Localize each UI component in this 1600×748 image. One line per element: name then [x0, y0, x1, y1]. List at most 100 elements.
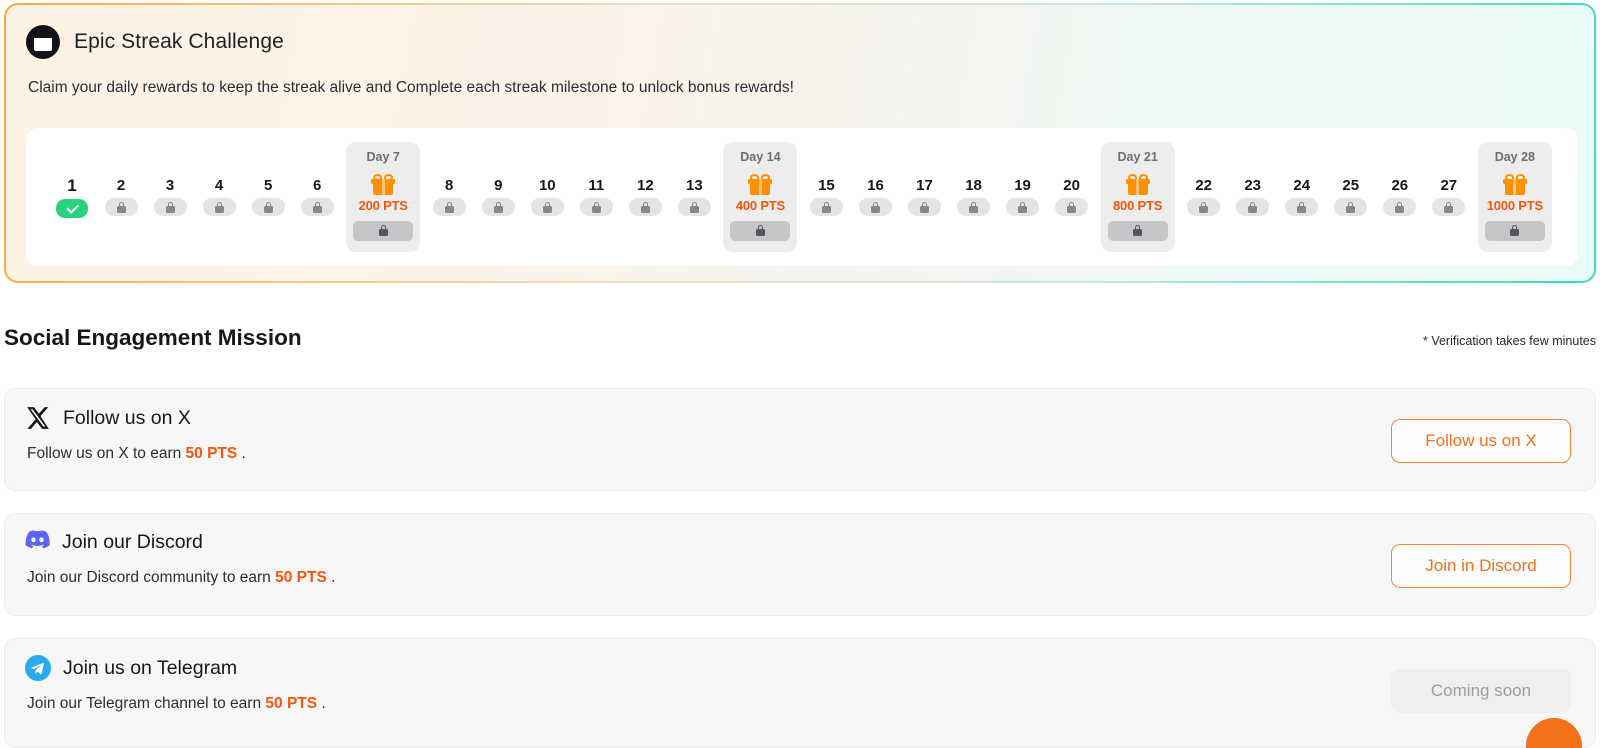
streak-day-number: 20 — [1063, 177, 1080, 194]
streak-day[interactable]: 23 — [1233, 178, 1273, 216]
streak-day-number: 18 — [965, 177, 982, 194]
telegram-logo-icon — [25, 655, 51, 681]
lock-icon — [116, 201, 126, 213]
lock-icon — [1133, 225, 1143, 236]
mission-points: 50 PTS — [265, 695, 318, 712]
streak-day[interactable]: 10 — [527, 178, 567, 216]
mission-desc-after: . — [317, 695, 326, 712]
streak-day-number: 6 — [312, 177, 322, 194]
lock-icon — [214, 201, 224, 213]
streak-day-number: 12 — [637, 177, 654, 194]
lock-icon — [870, 201, 880, 213]
join-discord-button[interactable]: Join in Discord — [1391, 544, 1571, 588]
mission-header: Join us on Telegram — [5, 639, 1595, 681]
streak-card-body: Epic Streak Challenge Claim your daily r… — [6, 5, 1594, 281]
telegram-coming-soon-button: Coming soon — [1391, 669, 1571, 713]
streak-day[interactable]: 22 — [1184, 178, 1224, 216]
streak-day[interactable]: 12 — [625, 178, 665, 216]
streak-day-status — [858, 198, 892, 216]
lock-icon — [444, 201, 454, 213]
streak-day-number: 10 — [538, 177, 556, 194]
streak-title: Epic Streak Challenge — [74, 30, 284, 53]
streak-subtitle: Claim your daily rewards to keep the str… — [28, 79, 794, 96]
x-logo-icon — [25, 405, 51, 431]
streak-days-row: 1 2 3 4 5 6 Day 7 200 PTS 8 9 10 11 12 13 Day 14 400 PT… — [26, 128, 1578, 266]
streak-day[interactable]: 19 — [1003, 178, 1043, 216]
streak-day-number: 24 — [1293, 177, 1311, 194]
streak-day[interactable]: 5 — [248, 178, 288, 216]
streak-day-number: 4 — [214, 177, 224, 194]
streak-day-status — [251, 198, 285, 216]
streak-day-status — [809, 198, 843, 216]
streak-day[interactable]: 27 — [1429, 178, 1469, 216]
lock-icon — [165, 201, 175, 213]
mission-description: Join our Discord community to earn 50 PT… — [5, 555, 1595, 587]
streak-day-number: 23 — [1244, 177, 1262, 194]
streak-day-status — [1187, 198, 1221, 216]
milestone-points: 400 PTS — [735, 197, 785, 213]
streak-day[interactable]: 3 — [150, 178, 190, 216]
streak-milestone-card[interactable]: Day 28 1000 PTS — [1477, 142, 1552, 252]
mission-card-telegram: Join us on Telegram Join our Telegram ch… — [4, 638, 1596, 748]
streak-day-number: 9 — [494, 177, 503, 194]
streak-header: Epic Streak Challenge — [6, 5, 1594, 59]
mission-header: Follow us on X — [5, 389, 1595, 431]
streak-day-number: 3 — [165, 177, 175, 194]
streak-day-status — [1285, 198, 1319, 216]
mission-card-discord: Join our Discord Join our Discord commun… — [4, 513, 1596, 616]
streak-milestone-card[interactable]: Day 14 400 PTS — [723, 142, 798, 252]
lock-icon — [1444, 201, 1454, 213]
streak-day[interactable]: 9 — [478, 178, 518, 216]
streak-day-status — [1432, 198, 1466, 216]
mission-card-x: Follow us on X Follow us on X to earn 50… — [4, 388, 1596, 491]
streak-day-status — [56, 198, 88, 218]
lock-icon — [1297, 201, 1307, 213]
milestone-day-label: Day 14 — [740, 150, 781, 164]
streak-day[interactable]: 17 — [905, 178, 945, 216]
lock-icon — [1067, 201, 1077, 213]
lock-icon — [640, 201, 650, 213]
milestone-claim-button[interactable] — [353, 220, 414, 241]
streak-day[interactable]: 8 — [429, 178, 469, 216]
follow-on-x-button[interactable]: Follow us on X — [1391, 419, 1571, 463]
streak-day[interactable]: 2 — [101, 178, 141, 216]
lock-icon — [689, 201, 699, 213]
gift-icon — [748, 173, 773, 195]
streak-day[interactable]: 4 — [199, 178, 239, 216]
streak-day[interactable]: 24 — [1282, 178, 1322, 216]
streak-day-status — [104, 198, 138, 216]
page-root: Epic Streak Challenge Claim your daily r… — [0, 0, 1600, 748]
mission-points: 50 PTS — [275, 569, 327, 586]
mission-points: 50 PTS — [185, 445, 238, 462]
streak-milestone-card[interactable]: Day 21 800 PTS — [1100, 142, 1175, 252]
streak-day[interactable]: 20 — [1052, 178, 1092, 216]
milestone-claim-button[interactable] — [730, 220, 791, 241]
streak-day[interactable]: 25 — [1331, 178, 1371, 216]
streak-day[interactable]: 26 — [1380, 178, 1420, 216]
streak-day-status — [579, 198, 613, 216]
streak-day-status — [481, 198, 515, 216]
streak-milestone-card[interactable]: Day 7 200 PTS — [346, 142, 421, 252]
streak-day-number: 19 — [1014, 177, 1031, 194]
streak-day[interactable]: 16 — [855, 178, 895, 216]
mission-title: Join us on Telegram — [63, 656, 238, 679]
lock-icon — [1510, 225, 1520, 236]
milestone-points: 1000 PTS — [1486, 197, 1543, 213]
discord-logo-icon — [25, 530, 50, 555]
gift-icon — [371, 173, 396, 195]
streak-day[interactable]: 6 — [297, 178, 337, 216]
gift-icon — [1502, 173, 1527, 195]
streak-day[interactable]: 15 — [806, 178, 846, 216]
streak-day[interactable]: 13 — [674, 178, 714, 216]
streak-day[interactable]: 18 — [954, 178, 994, 216]
verification-note: * Verification takes few minutes — [1423, 334, 1596, 348]
streak-day-status — [1236, 198, 1270, 216]
streak-day[interactable]: 11 — [576, 178, 616, 216]
streak-day-status — [432, 198, 466, 216]
milestone-claim-button[interactable] — [1484, 220, 1545, 241]
mission-title: Follow us on X — [63, 406, 191, 429]
milestone-claim-button[interactable] — [1107, 220, 1168, 241]
streak-day[interactable]: 1 — [52, 177, 92, 218]
milestone-points: 200 PTS — [358, 197, 408, 213]
lock-icon — [821, 201, 831, 213]
